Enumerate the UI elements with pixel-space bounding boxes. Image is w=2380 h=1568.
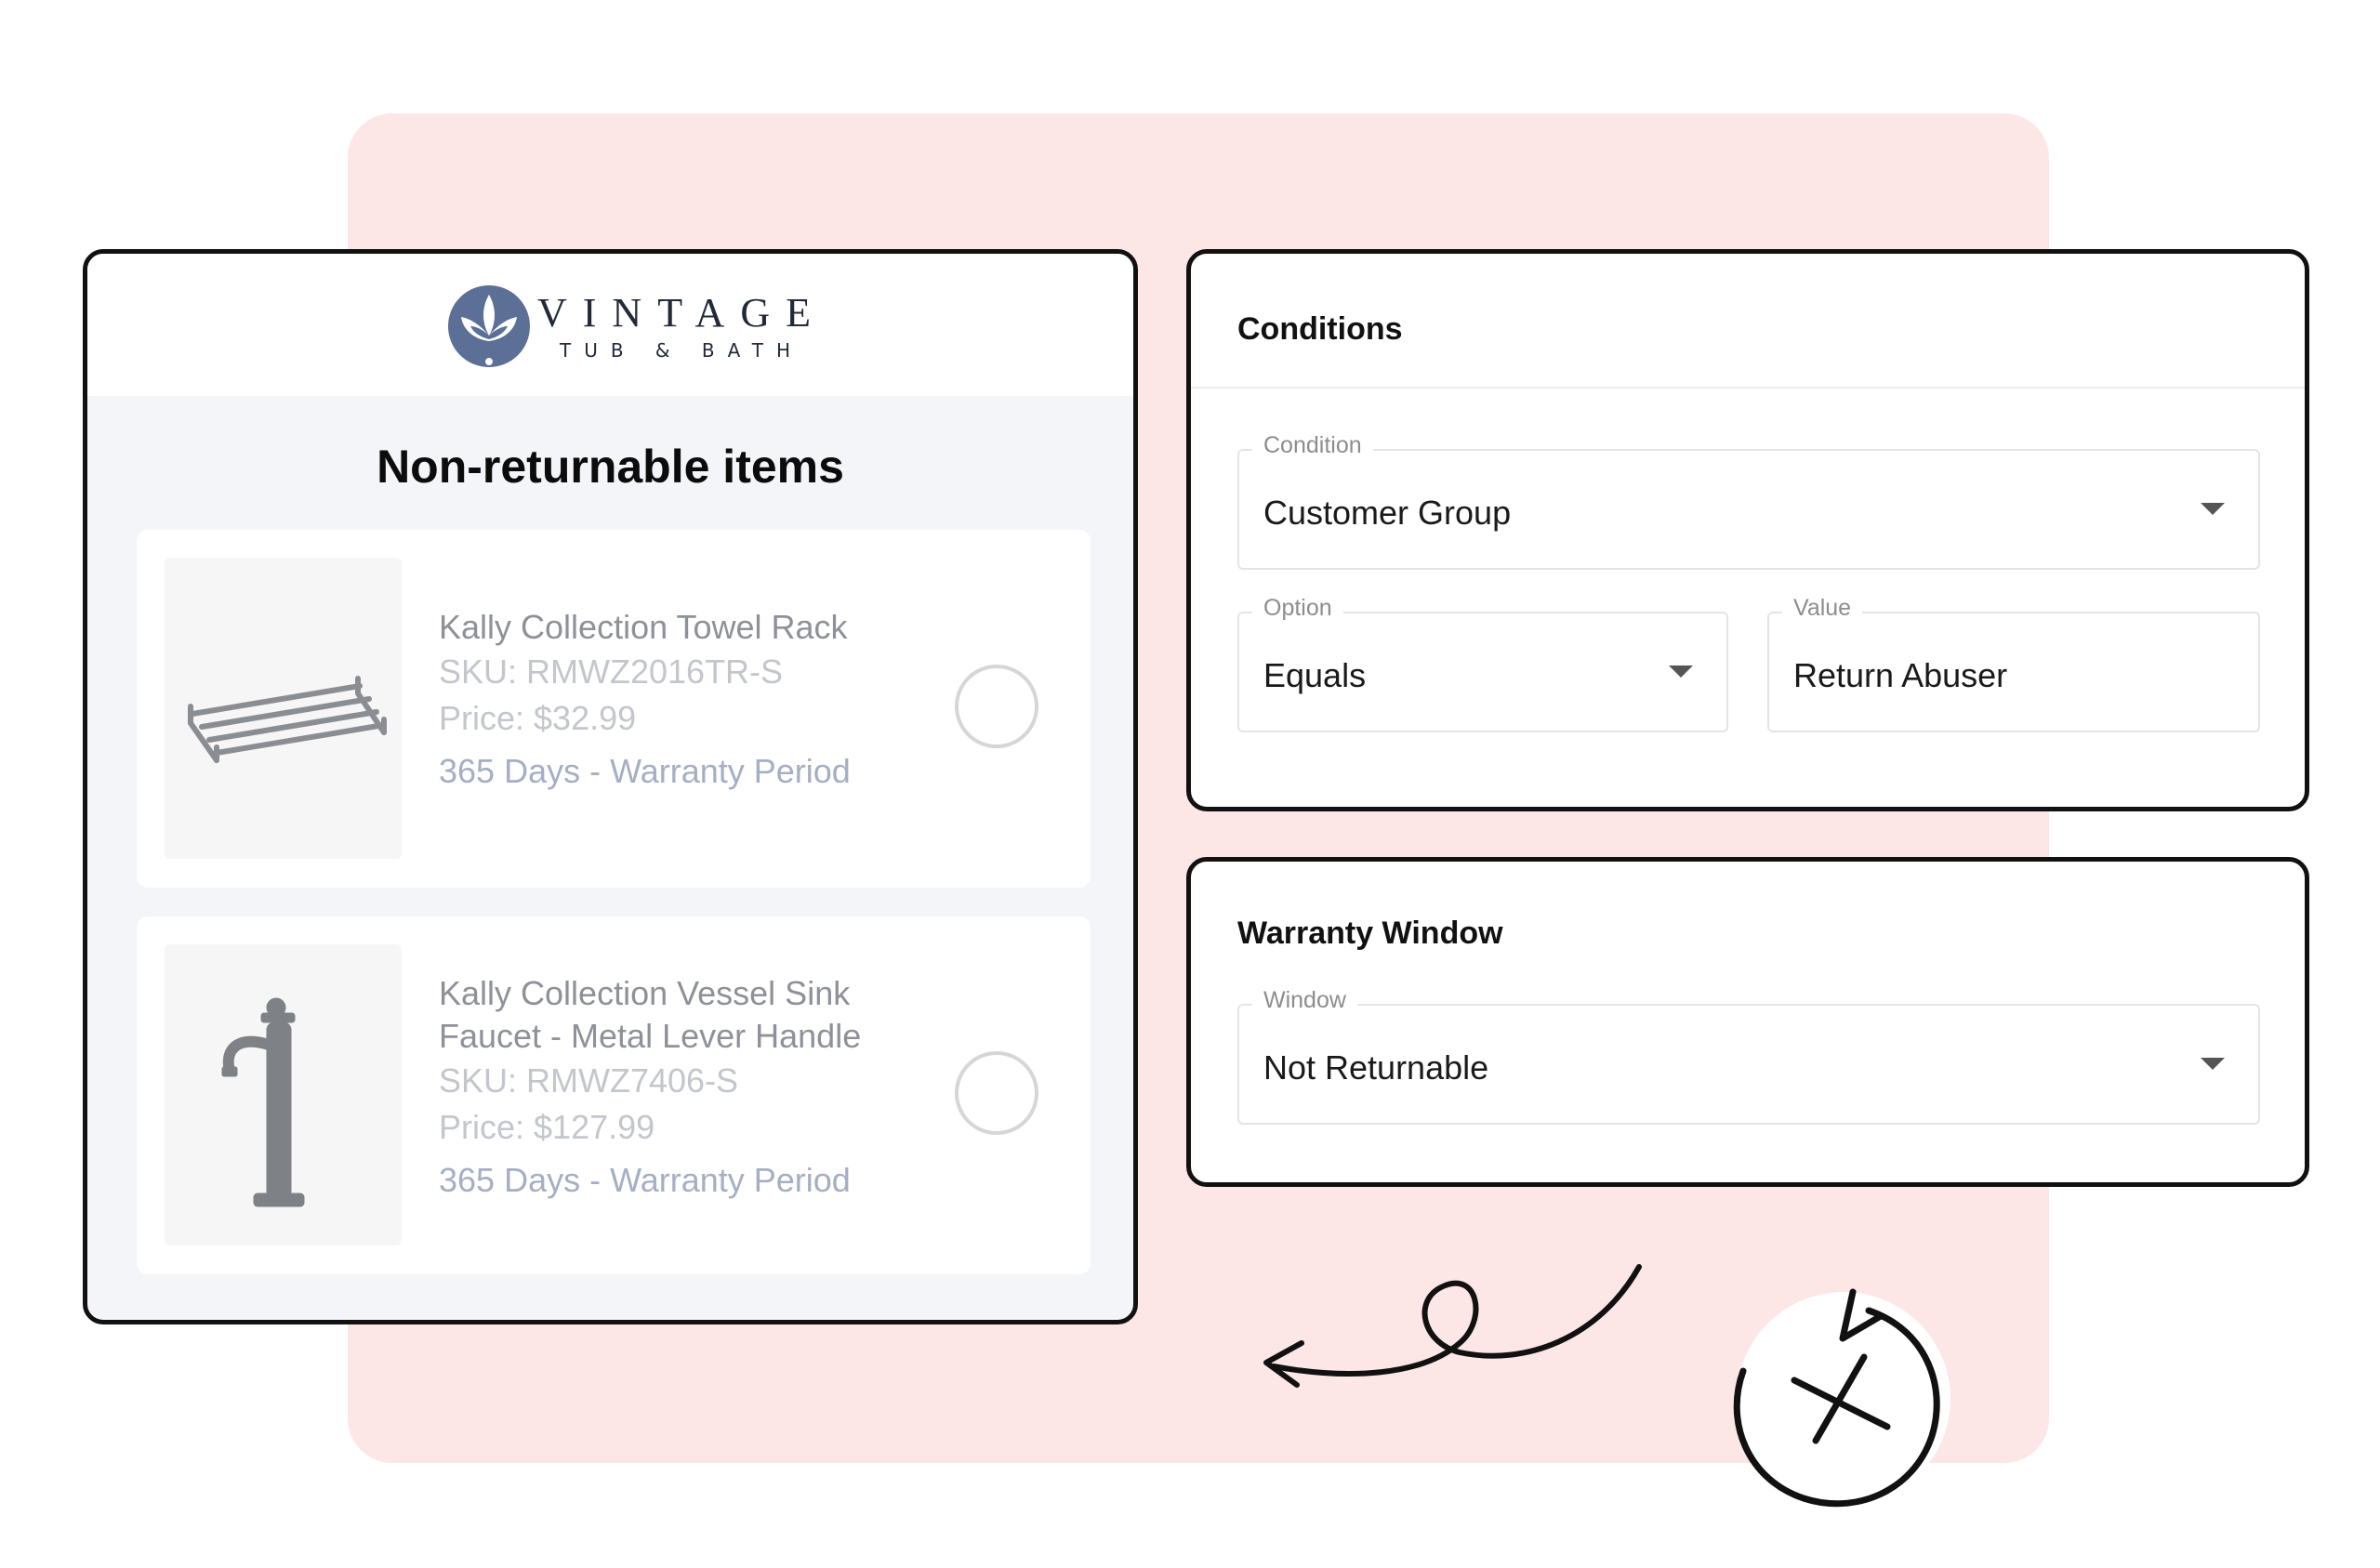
curly-arrow-icon [1263, 1264, 1642, 1388]
decoration-layer [1263, 1264, 1950, 1508]
no-return-icon [1733, 1288, 1950, 1508]
